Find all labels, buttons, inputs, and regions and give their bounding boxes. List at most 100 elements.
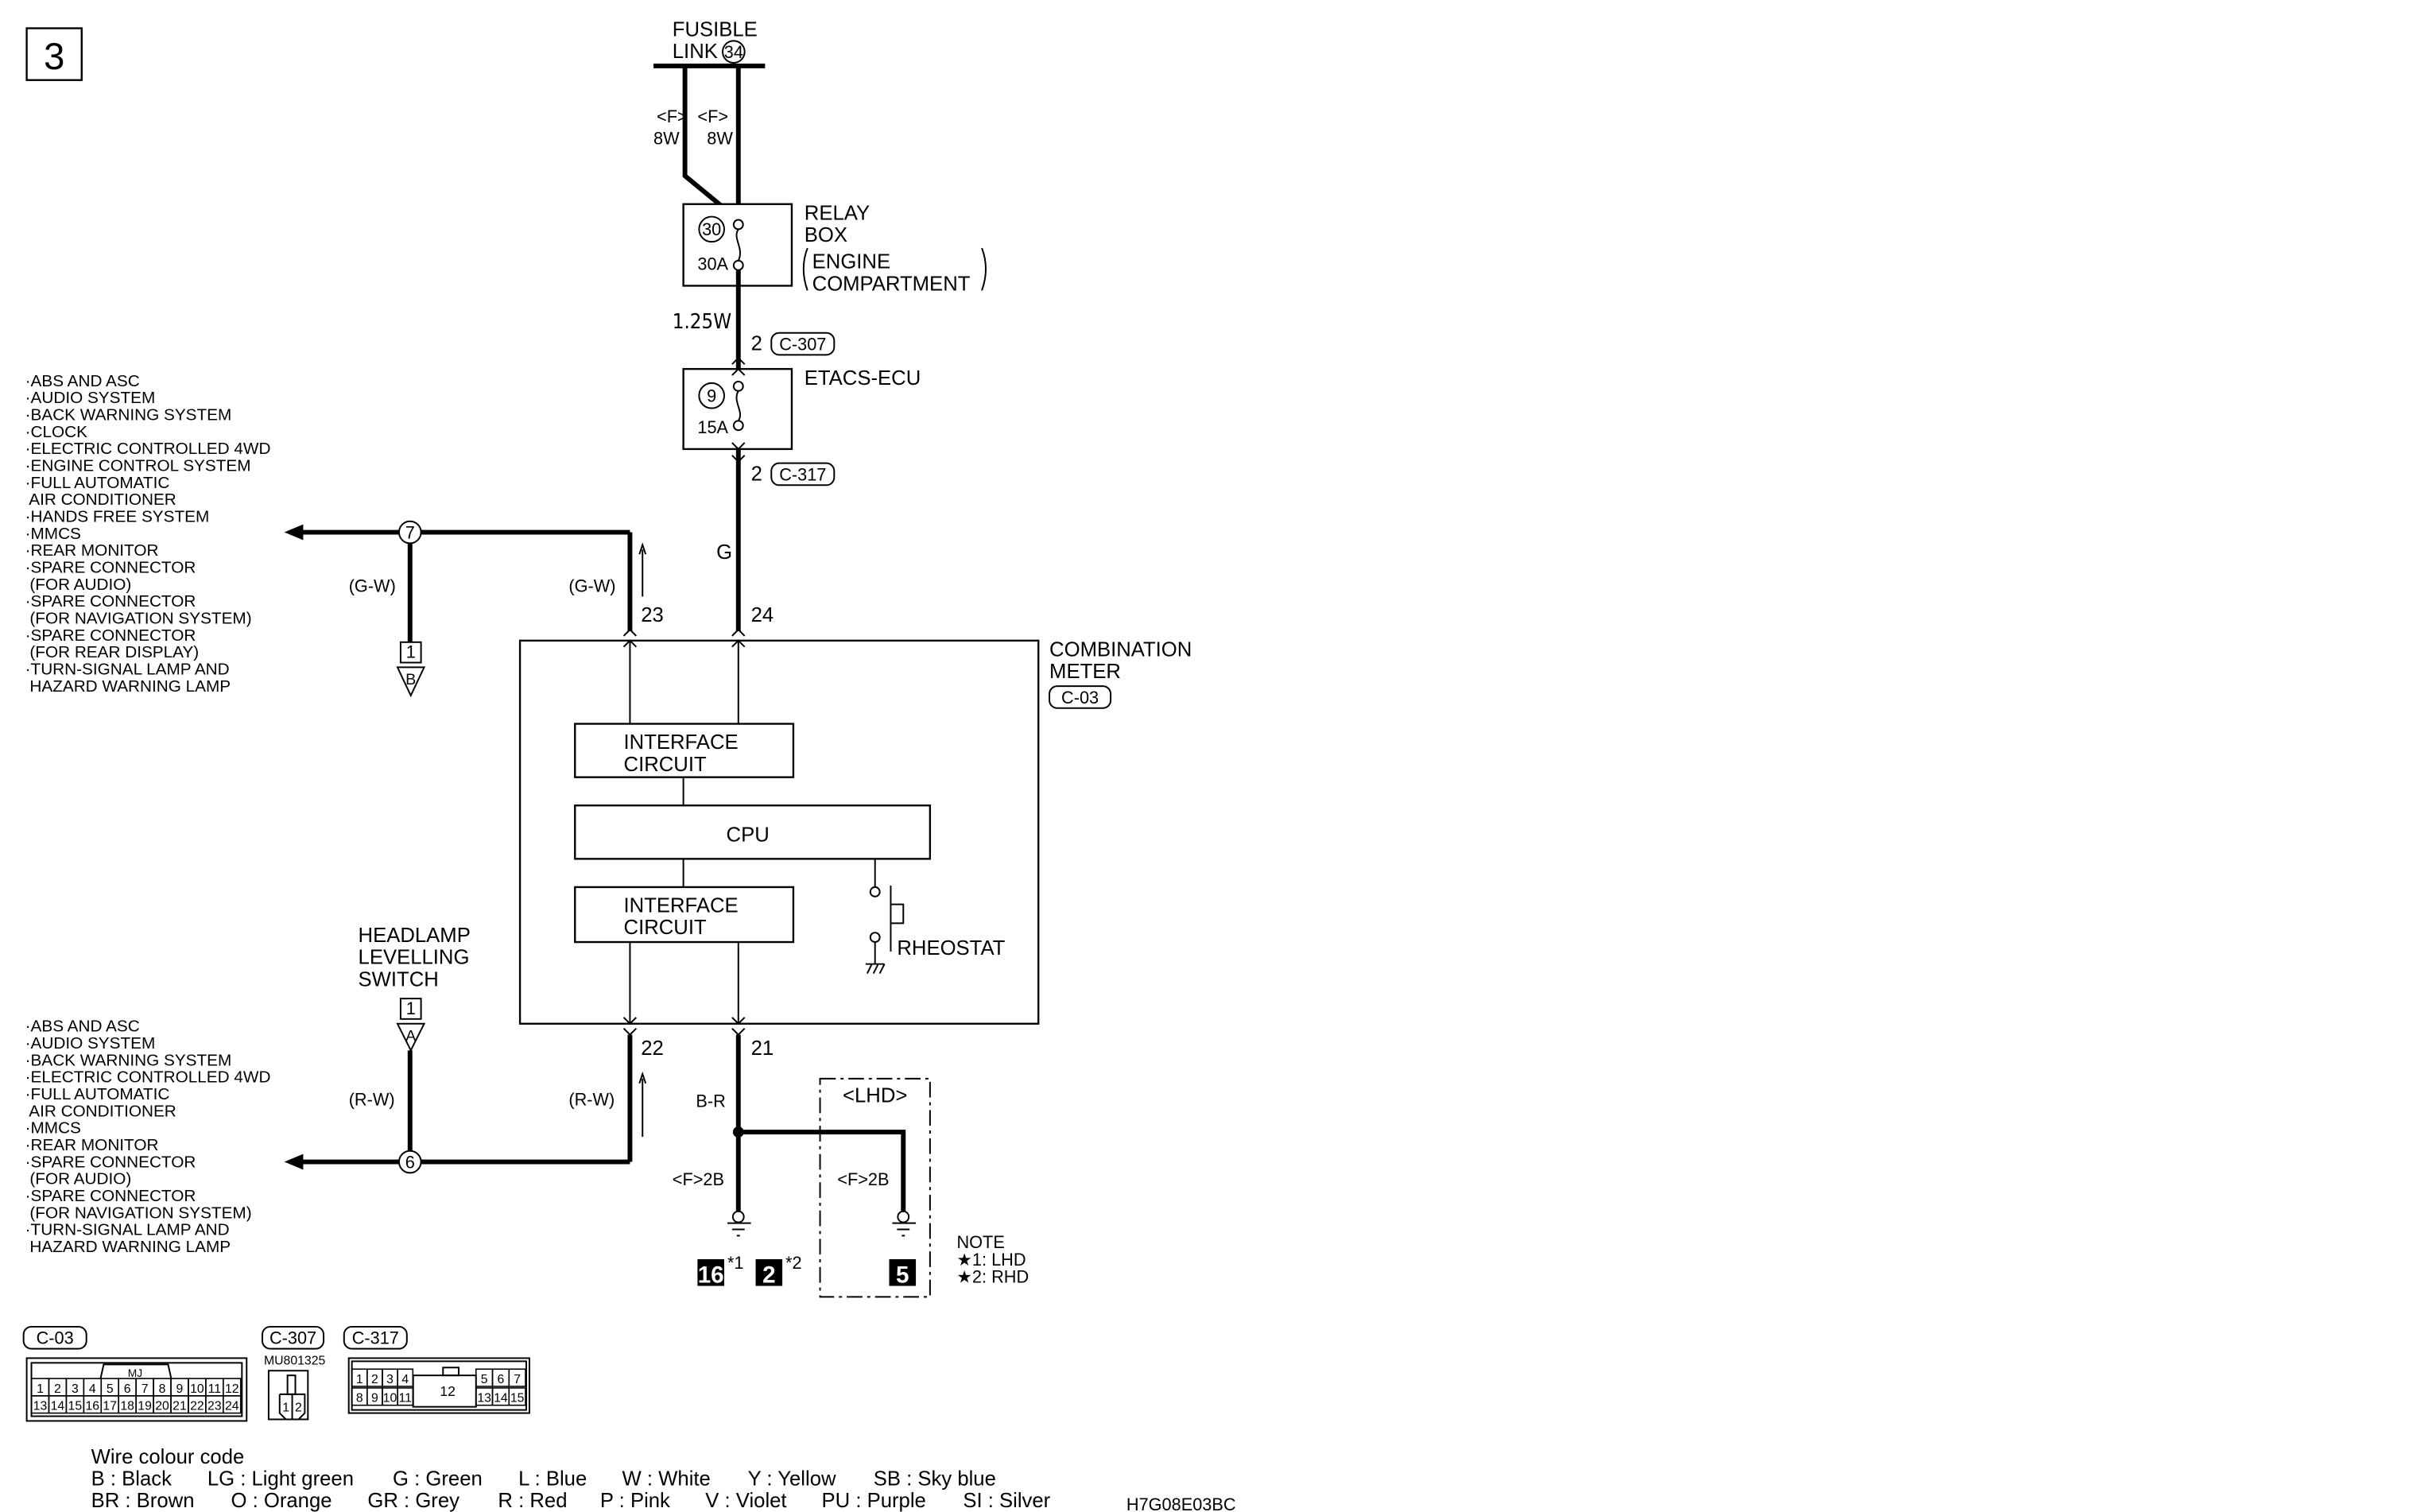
destination-item: ·ABS AND ASC xyxy=(25,372,140,390)
fusible-link-number: 34 xyxy=(724,42,743,62)
meter-connector-tag: C-03 xyxy=(1061,688,1099,708)
c03-pin: 17 xyxy=(103,1400,117,1413)
wiring-diagram: 3 FUSIBLE LINK 34 <F> 8W <F> 8W 30 30A R… xyxy=(22,18,1236,1512)
destination-item: ·ELECTRIC CONTROLLED 4WD xyxy=(25,440,271,458)
joint-pin-b: 1 xyxy=(406,642,416,662)
c307-pin: 2 xyxy=(751,332,762,355)
destination-item: HAZARD WARNING LAMP xyxy=(25,1238,231,1256)
destination-item: AIR CONDITIONER xyxy=(25,1102,176,1120)
wire-colour-entry: GR : Grey xyxy=(367,1490,459,1512)
c317-pin: 1 xyxy=(356,1373,363,1386)
c03-pin: 21 xyxy=(173,1400,187,1413)
destination-item: ·MMCS xyxy=(25,1119,81,1138)
destination-item: (FOR AUDIO) xyxy=(25,1170,132,1188)
cpu-label: CPU xyxy=(727,824,770,847)
switch-label-1: HEADLAMP xyxy=(359,925,471,947)
wire-colour-entry: W : White xyxy=(622,1467,711,1490)
fusible-link-label-2: LINK xyxy=(673,41,718,63)
combination-meter: COMBINATION METER C-03 INTERFACE CIRCUIT… xyxy=(518,628,1192,1036)
c317-pin: 11 xyxy=(399,1392,413,1405)
c317-connector-tag: C-317 xyxy=(352,1328,399,1348)
junction-7: 7 xyxy=(405,522,415,542)
etacs-fuse-number: 9 xyxy=(707,386,716,406)
c03-pin: 22 xyxy=(190,1400,204,1413)
destination-item: ·SPARE CONNECTOR xyxy=(25,626,196,645)
wire-colour-entry: BR : Brown xyxy=(91,1490,195,1512)
note-line-2: ★2: RHD xyxy=(956,1267,1029,1287)
relay-fuse-rating: 30A xyxy=(697,254,728,274)
switch-label-3: SWITCH xyxy=(359,968,439,991)
ground-2-note: *2 xyxy=(785,1253,802,1273)
relay-box-sub-2: COMPARTMENT xyxy=(812,273,971,295)
c03-pin: 12 xyxy=(225,1382,239,1396)
c03-pin: 20 xyxy=(155,1400,169,1413)
c317-pin: 13 xyxy=(477,1392,491,1405)
c317-pin: 7 xyxy=(514,1373,521,1386)
destination-item: ·HANDS FREE SYSTEM xyxy=(25,508,210,526)
c03-pin: 19 xyxy=(138,1400,152,1413)
wire-colour-entry: G : Green xyxy=(393,1467,483,1490)
interface-top-1: INTERFACE xyxy=(624,731,739,754)
relay-box-label-1: RELAY xyxy=(805,203,870,225)
wire-colour-code: Wire colour code B : Black LG : Light gre… xyxy=(91,1446,1051,1512)
wire-g-label: G xyxy=(716,541,732,564)
destination-item: (FOR REAR DISPLAY) xyxy=(25,643,200,661)
feed-wire-left-size: 8W xyxy=(653,129,680,149)
note: NOTE ★1: LHD ★2: RHD xyxy=(956,1232,1029,1286)
pin-21: 21 xyxy=(751,1037,774,1060)
c307-pin-1: 1 xyxy=(282,1402,289,1415)
destination-item: (FOR NAVIGATION SYSTEM) xyxy=(25,1204,252,1222)
junction-6: 6 xyxy=(405,1152,415,1172)
feed-wire-left-spec: <F> xyxy=(657,107,688,126)
destination-item: ·REAR MONITOR xyxy=(25,541,159,560)
etacs-ecu: 9 15A ETACS-ECU xyxy=(682,356,921,463)
interface-top-2: CIRCUIT xyxy=(624,754,707,776)
connector-c317: C-317 12 1 2 3 48 9 10 115 6 713 14 15 xyxy=(343,1325,530,1414)
c317-pin: 10 xyxy=(383,1392,397,1405)
relay-box-sub-1: ENGINE xyxy=(812,251,890,273)
page-number: 3 xyxy=(44,36,64,78)
c03-pin: 2 xyxy=(54,1382,61,1396)
destination-item: ·FULL AUTOMATIC xyxy=(25,474,170,492)
meter-label-2: METER xyxy=(1049,661,1121,683)
wire-colour-entry: R : Red xyxy=(498,1490,567,1512)
c317-pin: 14 xyxy=(494,1392,508,1405)
destination-item: ·TURN-SIGNAL LAMP AND xyxy=(25,1221,230,1239)
pin-22: 22 xyxy=(641,1037,664,1060)
interface-bottom-1: INTERFACE xyxy=(624,895,739,917)
c03-key: MJ xyxy=(128,1367,142,1379)
c317-tag: C-317 xyxy=(779,464,826,484)
c317-pin: 6 xyxy=(497,1373,504,1386)
c317-pin: 5 xyxy=(481,1373,488,1386)
figure-code: H7G08E03BC xyxy=(1126,1495,1236,1512)
c317-pin: 15 xyxy=(510,1392,525,1405)
interface-bottom-2: CIRCUIT xyxy=(624,917,707,939)
destination-item: ·CLOCK xyxy=(25,423,88,441)
c317-pin: 3 xyxy=(386,1373,394,1386)
wire-colour-entry: V : Violet xyxy=(705,1490,786,1512)
wire-1-25w: 1.25W xyxy=(673,310,731,334)
lower-destination-list: ·ABS AND ASC·AUDIO SYSTEM·BACK WARNING S… xyxy=(25,1018,271,1256)
destination-item: ·SPARE CONNECTOR xyxy=(25,1153,196,1171)
wire-colour-entry: O : Orange xyxy=(231,1490,332,1512)
rheostat-label: RHEOSTAT xyxy=(897,937,1005,960)
destination-item: ·BACK WARNING SYSTEM xyxy=(25,406,232,425)
c317-pin: 2 xyxy=(751,463,762,485)
destination-item: ·SPARE CONNECTOR xyxy=(25,559,196,577)
connector-c307: C-307 MU801325 1 2 xyxy=(262,1325,326,1421)
c317-pin: 2 xyxy=(371,1373,378,1386)
wire-colour-entry: SB : Sky blue xyxy=(874,1467,996,1490)
etacs-label: ETACS-ECU xyxy=(805,367,921,390)
c03-pin: 9 xyxy=(176,1382,184,1396)
destination-item: ·AUDIO SYSTEM xyxy=(25,389,156,407)
wire-colour-entry: P : Pink xyxy=(600,1490,670,1512)
upper-wire-right: (G-W) xyxy=(568,576,615,596)
destination-item: ·REAR MONITOR xyxy=(25,1136,159,1154)
feed-wire-right-size: 8W xyxy=(707,129,733,149)
destination-item: ·AUDIO SYSTEM xyxy=(25,1034,156,1053)
c03-pin: 6 xyxy=(124,1382,131,1396)
wire-colour-entry: Y : Yellow xyxy=(748,1467,836,1490)
c307-connector-tag: C-307 xyxy=(269,1328,316,1348)
destination-item: ·SPARE CONNECTOR xyxy=(25,592,196,611)
destination-item: ·FULL AUTOMATIC xyxy=(25,1085,170,1103)
